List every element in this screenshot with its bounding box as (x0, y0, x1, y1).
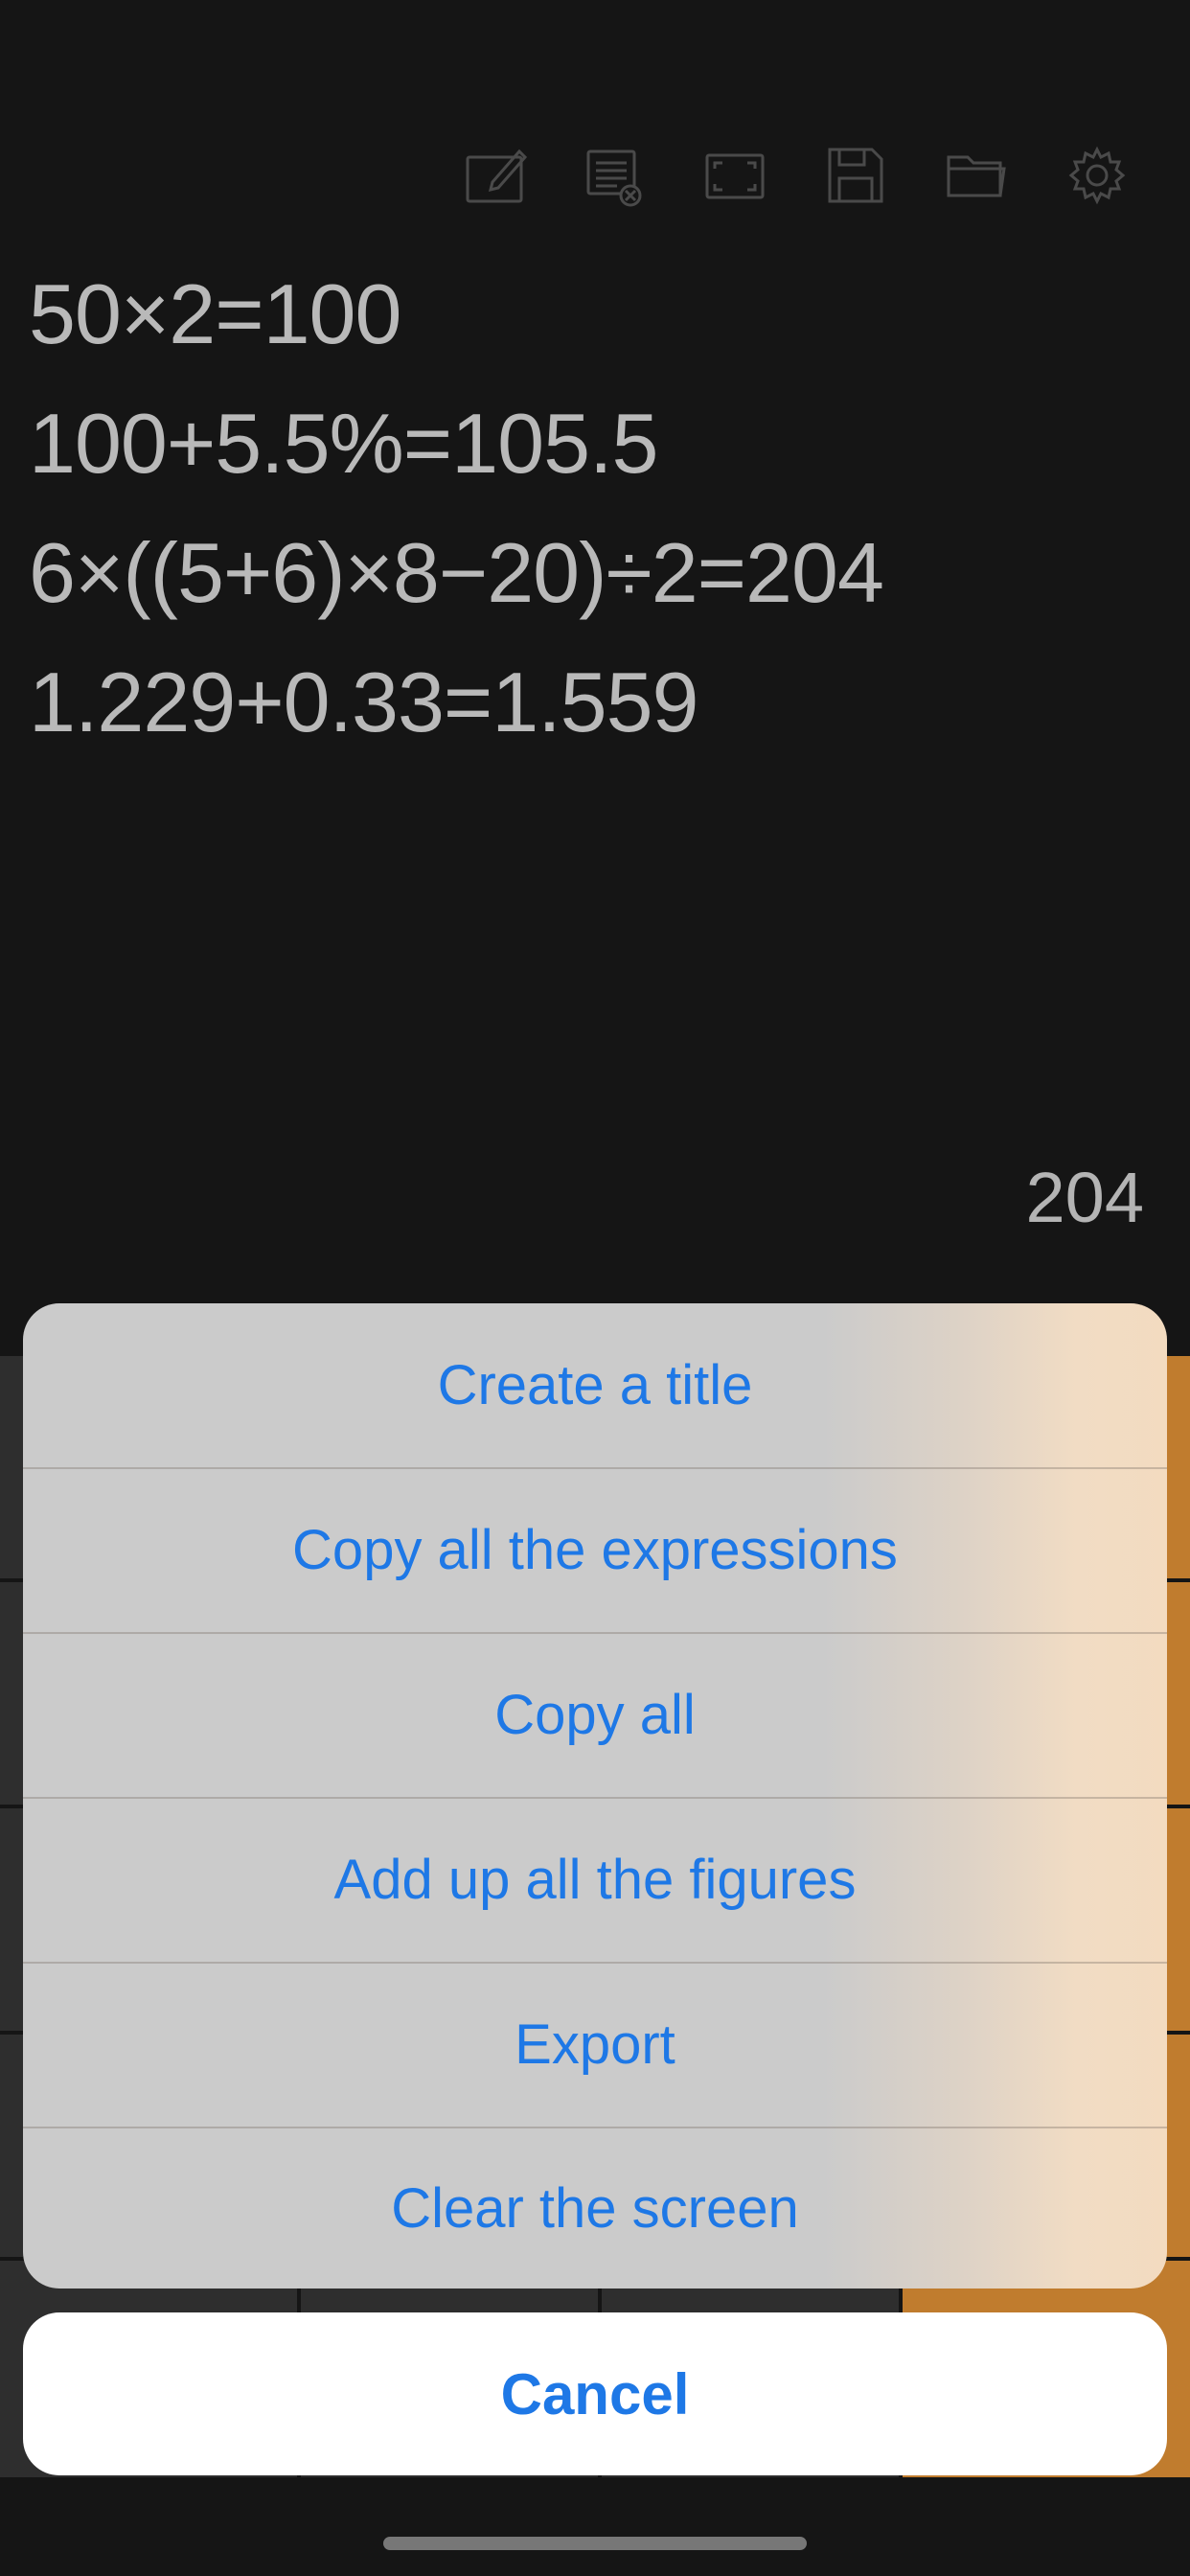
keypad-key (0, 2035, 23, 2257)
history-line[interactable]: 50×2=100 (29, 249, 1159, 379)
keypad-key (0, 1356, 23, 1578)
history-line[interactable]: 100+5.5%=105.5 (29, 379, 1159, 508)
clear-screen-button[interactable]: Clear the screen (23, 2128, 1167, 2288)
history-line[interactable]: 6×((5+6)×8−20)÷2=204 (29, 508, 1159, 637)
add-up-figures-button[interactable]: Add up all the figures (23, 1798, 1167, 1962)
gear-icon[interactable] (1065, 144, 1129, 207)
action-sheet: Create a title Copy all the expressions … (23, 1303, 1167, 2288)
copy-all-button[interactable]: Copy all (23, 1633, 1167, 1797)
folder-icon[interactable] (945, 144, 1008, 207)
copy-expressions-button[interactable]: Copy all the expressions (23, 1468, 1167, 1632)
export-button[interactable]: Export (23, 1963, 1167, 2127)
toolbar (0, 144, 1190, 211)
home-indicator[interactable] (383, 2537, 807, 2550)
create-title-button[interactable]: Create a title (23, 1303, 1167, 1467)
keypad-key (0, 1808, 23, 2031)
keypad-key (0, 1582, 23, 1805)
history-list: 50×2=100 100+5.5%=105.5 6×((5+6)×8−20)÷2… (29, 249, 1159, 767)
edit-icon[interactable] (464, 144, 527, 207)
clear-list-icon[interactable] (583, 144, 646, 207)
current-result: 204 (1025, 1158, 1144, 1237)
fullscreen-icon[interactable] (703, 144, 767, 207)
save-icon[interactable] (824, 144, 887, 207)
cancel-button[interactable]: Cancel (23, 2312, 1167, 2475)
history-line[interactable]: 1.229+0.33=1.559 (29, 637, 1159, 767)
